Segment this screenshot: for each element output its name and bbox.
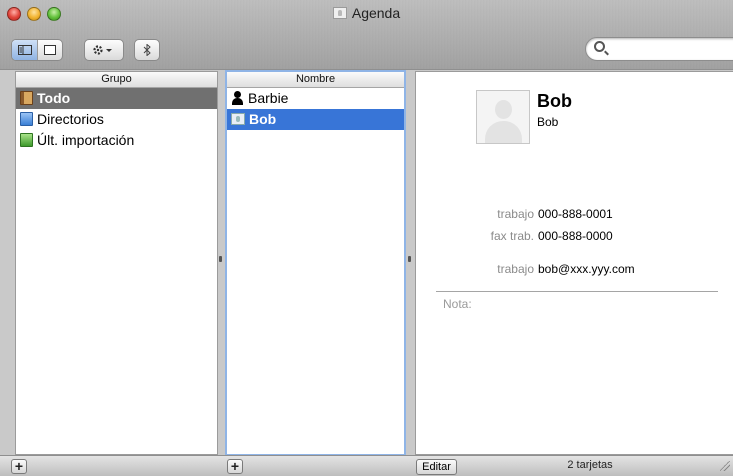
fax-work-field: fax trab. 000-888-0000 <box>416 228 733 244</box>
field-label[interactable]: fax trab. <box>491 228 534 244</box>
group-column-header[interactable]: Grupo <box>16 72 217 88</box>
action-menu-button[interactable] <box>84 39 124 61</box>
column-splitter-handle[interactable] <box>408 256 411 262</box>
view-toggle-group <box>11 39 63 61</box>
name-item-label: Bob <box>249 111 277 127</box>
name-item-bob[interactable]: Bob <box>227 109 404 130</box>
card-name: Bob <box>537 91 572 111</box>
name-item-label: Barbie <box>248 90 289 106</box>
name-column: Nombre Barbie Bob <box>225 70 406 456</box>
email-work-field: trabajo bob@xxx.yyy.com <box>416 261 733 277</box>
address-book-icon <box>20 91 33 105</box>
group-item-directorios[interactable]: Directorios <box>16 109 217 130</box>
bluetooth-segment[interactable] <box>135 40 159 60</box>
name-item-barbie[interactable]: Barbie <box>227 88 404 109</box>
edit-button[interactable]: Editar <box>416 459 457 475</box>
resize-grip-icon[interactable] <box>720 461 730 471</box>
field-label[interactable]: trabajo <box>497 261 534 277</box>
columns-view-button[interactable] <box>12 40 37 60</box>
bluetooth-icon <box>143 44 151 56</box>
field-value[interactable]: 000-888-0000 <box>538 228 613 244</box>
card-company: Bob <box>537 115 559 129</box>
field-value[interactable]: 000-888-0001 <box>538 206 613 222</box>
window-title-text: Agenda <box>351 5 401 21</box>
card-count: 2 tarjetas <box>567 459 613 471</box>
group-item-last-import[interactable]: Últ. importación <box>16 130 217 151</box>
gear-menu-icon <box>93 45 112 55</box>
avatar[interactable] <box>476 90 530 144</box>
column-splitter-handle[interactable] <box>219 256 222 262</box>
group-column: Grupo Todo Directorios Últ. importación <box>15 71 218 455</box>
phone-work-field: trabajo 000-888-0001 <box>416 206 733 222</box>
search-input[interactable] <box>610 41 730 57</box>
address-book-window: Agenda Grupo Todo Directorios Últ. impor… <box>0 0 733 476</box>
note-divider <box>436 291 718 292</box>
note-label[interactable]: Nota: <box>443 297 472 311</box>
search-icon <box>594 41 605 52</box>
title-toolbar: Agenda <box>0 0 733 70</box>
card-view-icon <box>44 45 56 55</box>
group-item-todo[interactable]: Todo <box>16 88 217 109</box>
directory-icon <box>20 112 33 126</box>
bluetooth-button[interactable] <box>134 39 160 61</box>
add-group-button[interactable]: + <box>11 459 27 474</box>
columns-view-icon <box>17 45 32 55</box>
name-column-header[interactable]: Nombre <box>227 72 404 88</box>
search-field[interactable] <box>585 37 733 61</box>
person-icon <box>231 91 244 105</box>
address-book-app-icon <box>332 7 347 19</box>
group-item-label: Todo <box>37 90 71 106</box>
group-item-label: Últ. importación <box>37 132 135 148</box>
field-value[interactable]: bob@xxx.yyy.com <box>538 261 635 277</box>
window-title: Agenda <box>0 5 733 21</box>
card-view-button[interactable] <box>37 40 62 60</box>
bottom-bar: + + Editar 2 tarjetas <box>0 455 733 476</box>
me-card-icon <box>231 113 245 125</box>
add-person-button[interactable]: + <box>227 459 243 474</box>
card-view: Bob Bob trabajo 000-888-0001 fax trab. 0… <box>415 71 733 455</box>
field-label[interactable]: trabajo <box>497 206 534 222</box>
action-menu-segment[interactable] <box>85 40 123 60</box>
last-import-icon <box>20 133 33 147</box>
group-item-label: Directorios <box>37 111 104 127</box>
